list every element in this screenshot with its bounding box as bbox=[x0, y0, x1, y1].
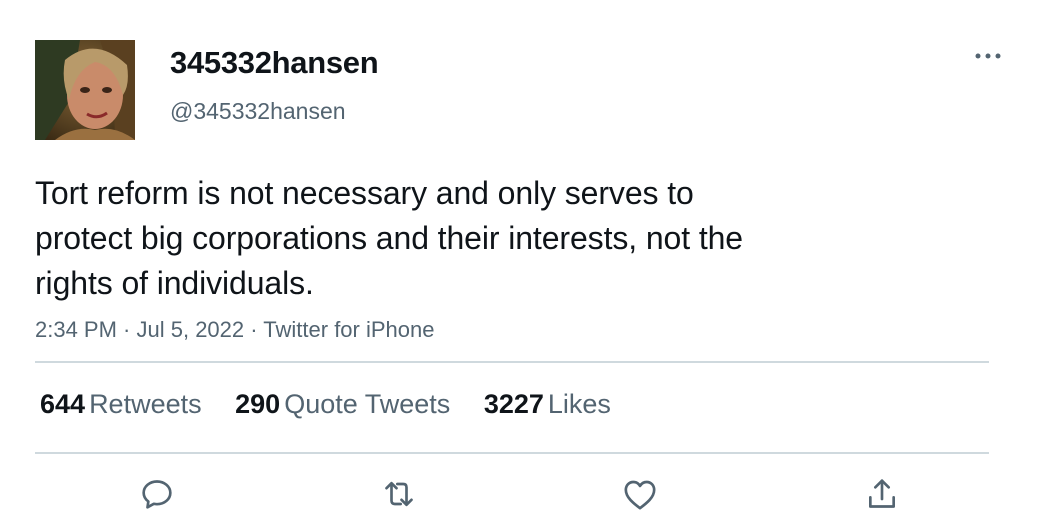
stat-count: 3227 bbox=[483, 389, 544, 419]
stat-label: Quote Tweets bbox=[284, 389, 451, 419]
stat-count: 644 bbox=[40, 389, 86, 419]
tweet-date[interactable]: Jul 5, 2022 bbox=[137, 317, 245, 342]
meta-separator: · bbox=[116, 317, 137, 342]
tweet-stats: 644 Retweets 290 Quote Tweets 3227 Likes bbox=[40, 386, 637, 422]
tweet-source[interactable]: Twitter for iPhone bbox=[263, 317, 434, 342]
stat-count: 290 bbox=[235, 389, 281, 419]
stat-retweets[interactable]: 644 Retweets bbox=[40, 386, 202, 422]
stat-label: Retweets bbox=[89, 389, 202, 419]
divider bbox=[35, 361, 989, 363]
meta-separator: · bbox=[244, 317, 264, 342]
avatar-image bbox=[35, 40, 135, 140]
user-handle[interactable]: @345332hansen bbox=[170, 97, 346, 125]
stat-label: Likes bbox=[547, 389, 611, 419]
stat-quote-tweets[interactable]: 290 Quote Tweets bbox=[235, 386, 450, 422]
heart-icon[interactable] bbox=[620, 474, 660, 514]
stat-likes[interactable]: 3227 Likes bbox=[484, 386, 611, 422]
more-horizontal-icon[interactable] bbox=[972, 48, 1004, 64]
tweet-text: Tort reform is not necessary and only se… bbox=[35, 175, 743, 301]
display-name[interactable]: 345332hansen bbox=[170, 44, 379, 82]
share-icon[interactable] bbox=[862, 474, 902, 514]
reply-icon[interactable] bbox=[137, 474, 177, 514]
avatar[interactable] bbox=[35, 40, 135, 140]
tweet-meta: 2:34 PM · Jul 5, 2022 · Twitter for iPho… bbox=[35, 316, 434, 344]
divider bbox=[35, 452, 989, 454]
retweet-icon[interactable] bbox=[379, 474, 419, 514]
tweet-time[interactable]: 2:34 PM bbox=[35, 317, 117, 342]
